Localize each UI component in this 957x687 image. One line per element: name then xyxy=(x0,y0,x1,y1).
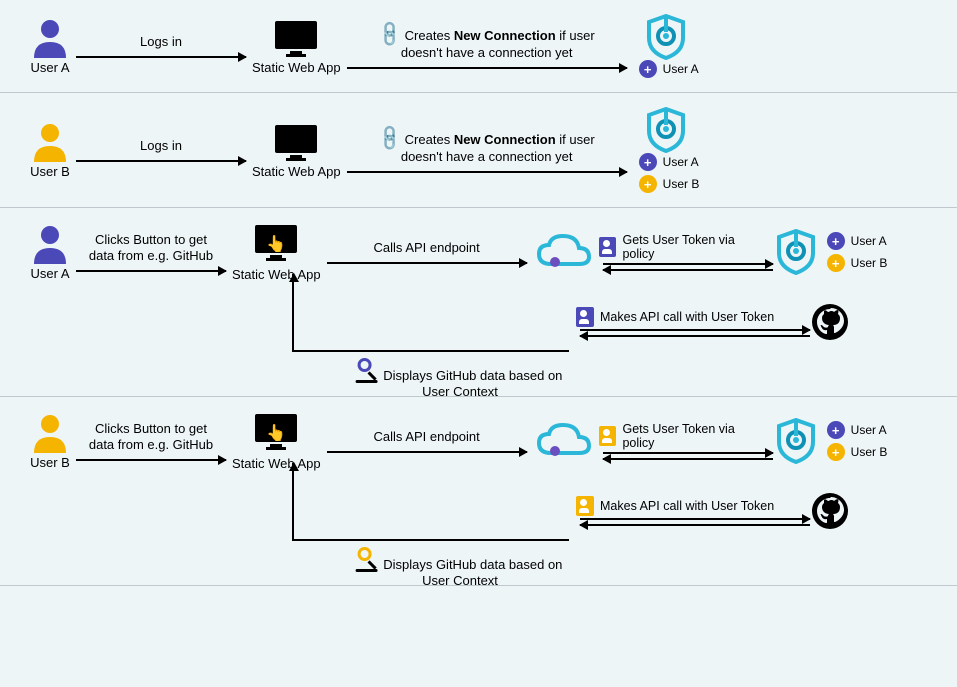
plus-icon: + xyxy=(827,232,845,250)
display-label: Displays GitHub data based on User Conte… xyxy=(358,547,563,590)
callapi-label: Calls API endpoint xyxy=(374,429,480,445)
plus-icon: + xyxy=(827,443,845,461)
connection-user-b: +User B xyxy=(827,443,888,461)
click-action-label: Clicks Button to get data from e.g. GitH… xyxy=(89,421,213,454)
panel-api-user-a: User A Clicks Button to get data from e.… xyxy=(0,208,957,397)
shield-icon xyxy=(645,107,687,153)
cloud-node xyxy=(533,419,593,463)
panel-api-user-b: User B Clicks Button to get data from e.… xyxy=(0,397,957,586)
tap-icon: 👆 xyxy=(266,234,286,254)
plus-icon: + xyxy=(639,175,657,193)
arrow-icon xyxy=(603,269,773,271)
shield-icon xyxy=(775,229,817,275)
swa-node: Static Web App xyxy=(252,122,341,179)
login-action-label: Logs in xyxy=(140,34,182,50)
arrow-icon xyxy=(76,270,226,272)
gettoken-label: Gets User Token via policy xyxy=(622,233,768,261)
plus-icon: + xyxy=(827,421,845,439)
login-action-label: Logs in xyxy=(140,138,182,154)
arrow-icon xyxy=(603,452,773,454)
arrow-icon xyxy=(580,329,810,331)
panel-login-user-a: User A Logs in Static Web App 🔗 Creates … xyxy=(0,0,957,93)
swa-node: Static Web App xyxy=(252,18,341,75)
magnify-icon xyxy=(358,358,380,380)
arrow-icon xyxy=(603,263,773,265)
panel-login-user-b: User B Logs in Static Web App 🔗 Creates … xyxy=(0,93,957,208)
user-b-node: User B xyxy=(30,122,70,179)
shield-icon xyxy=(775,418,817,464)
user-a-label: User A xyxy=(30,266,69,281)
shield-icon xyxy=(645,14,687,60)
plus-icon: + xyxy=(639,60,657,78)
arrow-icon xyxy=(347,67,627,69)
tap-icon: 👆 xyxy=(266,423,286,443)
new-connection-label: 🔗 Creates New Connection if user doesn't… xyxy=(379,127,595,166)
click-action-label: Clicks Button to get data from e.g. GitH… xyxy=(89,232,213,265)
swa-label: Static Web App xyxy=(252,60,341,75)
arrow-icon xyxy=(580,524,810,526)
person-icon xyxy=(30,18,70,58)
monitor-icon xyxy=(272,18,320,58)
user-a-node: User A xyxy=(30,18,70,75)
user-a-node: User A xyxy=(30,224,70,281)
arrow-icon xyxy=(580,335,810,337)
connection-user-b: +User B xyxy=(827,254,888,272)
makecall-label: Makes API call with User Token xyxy=(600,499,774,513)
user-b-label: User B xyxy=(30,455,70,470)
makecall-label: Makes API call with User Token xyxy=(600,310,774,324)
person-icon xyxy=(30,224,70,264)
monitor-icon xyxy=(272,122,320,162)
connection-user-a: + User A xyxy=(639,60,699,78)
swa-label: Static Web App xyxy=(252,164,341,179)
swa-node: 👆 Static Web App xyxy=(232,222,321,282)
shield-node: + User A + User B xyxy=(633,107,700,193)
token-card-icon xyxy=(599,237,617,257)
display-label: Displays GitHub data based on User Conte… xyxy=(358,358,563,401)
new-connection-label: 🔗 Creates New Connection if user doesn't… xyxy=(379,23,595,62)
gettoken-label: Gets User Token via policy xyxy=(622,422,768,450)
callapi-label: Calls API endpoint xyxy=(374,240,480,256)
swa-node: 👆 Static Web App xyxy=(232,411,321,471)
arrow-icon xyxy=(76,459,226,461)
return-arrow xyxy=(292,274,569,352)
user-a-label: User A xyxy=(30,60,69,75)
arrow-icon xyxy=(76,56,246,58)
magnify-icon xyxy=(358,547,380,569)
person-icon xyxy=(30,413,70,453)
arrow-icon xyxy=(580,518,810,520)
arrow-icon xyxy=(76,160,246,162)
arrow-icon xyxy=(327,451,527,453)
arrow-icon xyxy=(347,171,627,173)
arrow-icon xyxy=(603,458,773,460)
shield-node: +User A +User B xyxy=(775,229,888,275)
cloud-node xyxy=(533,230,593,274)
github-icon xyxy=(812,304,848,340)
user-b-node: User B xyxy=(30,413,70,470)
connection-user-a: + User A xyxy=(639,153,700,171)
shield-node: +User A +User B xyxy=(775,418,888,464)
plus-icon: + xyxy=(639,153,657,171)
return-arrow xyxy=(292,463,569,541)
cloud-icon xyxy=(533,419,593,463)
token-card-icon xyxy=(576,496,594,516)
connection-user-b: + User B xyxy=(639,175,700,193)
token-card-icon xyxy=(576,307,594,327)
cloud-icon xyxy=(533,230,593,274)
person-icon xyxy=(30,122,70,162)
github-icon xyxy=(812,493,848,529)
arrow-icon xyxy=(327,262,527,264)
plus-icon: + xyxy=(827,254,845,272)
connection-user-a: +User A xyxy=(827,421,888,439)
user-b-label: User B xyxy=(30,164,70,179)
token-card-icon xyxy=(599,426,617,446)
shield-node: + User A xyxy=(633,14,699,78)
connection-user-a: +User A xyxy=(827,232,888,250)
